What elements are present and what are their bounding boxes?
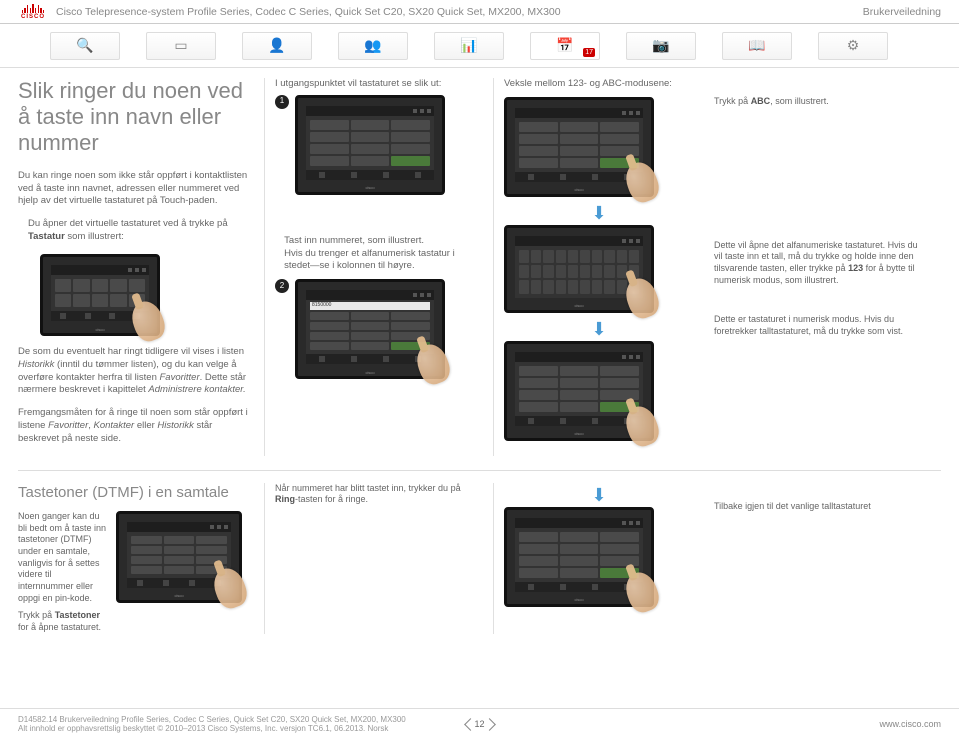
touchpanel-keyboard-illustration: cisco	[40, 254, 160, 336]
column-4: Trykk på ABC, som illustrert. Dette vil …	[704, 78, 924, 456]
nav-display-icon[interactable]: ▭	[146, 32, 216, 60]
page-number: 12	[470, 714, 490, 734]
col1-para2: Du åpner det virtuelle tastaturet ved å …	[18, 218, 252, 244]
touchpanel-step1: cisco	[295, 95, 445, 195]
sec2-col4: Tilbake igjen til det vanlige talltastat…	[704, 483, 924, 634]
sec2-col3: ⬇ cisco	[494, 483, 704, 634]
col4-block1: Trykk på ABC, som illustrert.	[714, 96, 924, 108]
touchpanel-step2: 8150000 cisco	[295, 279, 445, 379]
nav-people-icon[interactable]: 👥	[338, 32, 408, 60]
nav-calendar-icon[interactable]: 📅17	[530, 32, 600, 60]
nav-person-icon[interactable]: 👤	[242, 32, 312, 60]
nav-presentation-icon[interactable]: 📊	[434, 32, 504, 60]
page-header: CISCO Cisco Telepresence-system Profile …	[0, 0, 959, 24]
touchpanel-mode-2: cisco	[504, 225, 654, 313]
col2-step2-a: Tast inn nummeret, som illustrert.	[284, 235, 483, 248]
sec2-col2: Når nummeret har blitt tastet inn, trykk…	[265, 483, 493, 634]
sec2-col1: Tastetoner (DTMF) i en samtale Noen gang…	[18, 483, 264, 634]
sec2-p1: Noen ganger kan du bli bedt om å taste i…	[18, 511, 108, 605]
col1-para1: Du kan ringe noen som ikke står oppført …	[18, 170, 252, 208]
col1-para4: Fremgangsmåten for å ringe til noen som …	[18, 407, 252, 445]
page-title: Slik ringer du noen ved å taste inn navn…	[18, 78, 252, 156]
arrow-down-icon: ⬇	[504, 207, 694, 219]
cisco-logo: CISCO	[18, 4, 48, 20]
footer-line2: Alt innhold er opphavsrettslig beskyttet…	[18, 724, 406, 733]
nav-gear-icon[interactable]: ⚙	[818, 32, 888, 60]
footer-line1: D14582.14 Brukerveiledning Profile Serie…	[18, 715, 406, 724]
sec2-c4-text: Tilbake igjen til det vanlige talltastat…	[714, 501, 912, 513]
touchpanel-dtmf: cisco	[116, 511, 242, 603]
sec2-p2: Trykk på Tastetoner for å åpne tastature…	[18, 610, 108, 633]
touchpanel-mode-1: cisco	[504, 97, 654, 197]
column-2: I utgangspunktet vil tastaturet se slik …	[265, 78, 493, 456]
col1-para3: De som du eventuelt har ringt tidligere …	[18, 346, 252, 397]
dial-input: 8150000	[310, 302, 430, 310]
col3-heading: Veksle mellom 123- og ABC-modusene:	[504, 78, 694, 91]
col2-intro: I utgangspunktet vil tastaturet se slik …	[275, 78, 441, 91]
arrow-down-icon: ⬇	[504, 323, 694, 335]
touchpanel-mode-3: cisco	[504, 341, 654, 441]
step-2-badge: 2	[275, 279, 289, 293]
nav-search-icon[interactable]: 🔍	[50, 32, 120, 60]
step-1-badge: 1	[275, 95, 289, 109]
footer-left: D14582.14 Brukerveiledning Profile Serie…	[18, 715, 406, 733]
column-3: Veksle mellom 123- og ABC-modusene: cisc…	[494, 78, 704, 456]
nav-book-icon[interactable]: 📖	[722, 32, 792, 60]
header-doc-type: Brukerveiledning	[863, 4, 941, 18]
finger-illustration	[621, 568, 663, 616]
column-1: Slik ringer du noen ved å taste inn navn…	[18, 78, 264, 456]
footer-url: www.cisco.com	[879, 719, 941, 729]
sec2-title: Tastetoner (DTMF) i en samtale	[18, 483, 252, 503]
arrow-down-icon: ⬇	[504, 489, 694, 501]
col4-block3: Dette er tastaturet i numerisk modus. Hv…	[714, 314, 924, 337]
nav-icons-row: 🔍 ▭ 👤 👥 📊 📅17 📷 📖 ⚙	[0, 24, 959, 68]
sec2-c2-text: Når nummeret har blitt tastet inn, trykk…	[275, 483, 483, 506]
touchpanel-sec2: cisco	[504, 507, 654, 607]
col2-step2-b: Hvis du trenger et alfanumerisk tastatur…	[284, 248, 483, 274]
cisco-wordmark: CISCO	[21, 14, 45, 20]
nav-camera-icon[interactable]: 📷	[626, 32, 696, 60]
page-footer: D14582.14 Brukerveiledning Profile Serie…	[0, 708, 959, 737]
header-product-line: Cisco Telepresence-system Profile Series…	[56, 4, 863, 18]
col4-block2: Dette vil åpne det alfanumeriske tastatu…	[714, 240, 924, 287]
